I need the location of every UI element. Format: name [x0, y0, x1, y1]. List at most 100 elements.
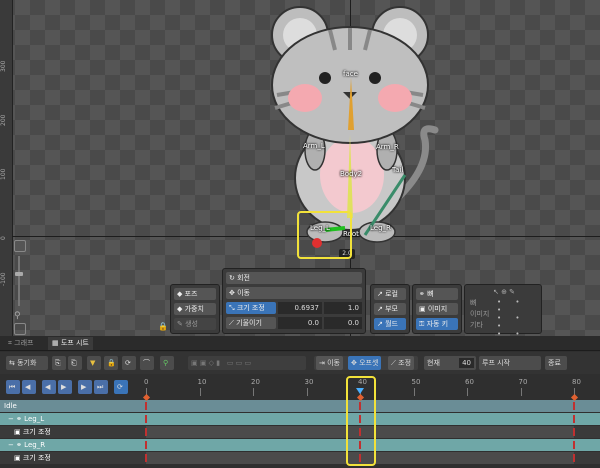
filter-icon[interactable]: ▼ — [87, 356, 101, 370]
sync-button[interactable]: ⇆ 동기화 — [6, 356, 48, 370]
rotate-button[interactable]: ↻ 회전 — [226, 272, 362, 284]
frame-tick — [306, 388, 308, 396]
timeline-row[interactable]: − ⚭ Leg_L — [0, 413, 600, 425]
local-button[interactable]: ↗ 로컬 — [374, 288, 406, 300]
keyframe[interactable] — [573, 441, 575, 449]
ruler-tick: 300 — [0, 60, 7, 72]
curve-icon[interactable]: ⌒ — [140, 356, 154, 370]
axes-panel: ↗ 로컬 ↗ 부모 ↗ 월드 — [370, 284, 410, 334]
display-bones-label: 뼈 — [470, 299, 477, 307]
paste-icon[interactable]: ⎗ — [68, 356, 82, 370]
pose-panel: ◆ 포즈 ◆ 가중치 ✎ 생성 — [170, 284, 220, 334]
bone-label-arm-l[interactable]: Arm_L — [303, 142, 325, 150]
fit-icon[interactable] — [14, 240, 26, 252]
auto-key-toggle[interactable]: ⚿ 자동 키 — [416, 318, 458, 330]
parent-button[interactable]: ↗ 부모 — [374, 303, 406, 315]
frame-label: 30 — [304, 378, 314, 386]
shear-x-field[interactable]: 0.0 — [278, 317, 322, 329]
images-toggle[interactable]: ▣ 이미지 — [416, 303, 458, 315]
display-icons: ↖ ⊕ ✎ — [493, 288, 516, 296]
keyframe[interactable] — [573, 415, 575, 423]
next-frame-button[interactable]: ▶ — [78, 380, 92, 394]
lock-keys-icon[interactable]: 🔒 — [104, 356, 118, 370]
bone-label-face[interactable]: face — [343, 70, 358, 78]
vertical-ruler: 300 200 100 0 -100 — [0, 0, 13, 336]
ruler-tick: 200 — [0, 114, 7, 126]
bone-label-leg-r[interactable]: Leg_R — [370, 224, 391, 232]
play-reverse-button[interactable]: ◀ — [42, 380, 56, 394]
playback-controls: ⏮ ◀ ◀ ▶ ▶ ⏭ ⟳ — [6, 380, 130, 394]
keyframe[interactable] — [573, 402, 575, 410]
zoom-slider[interactable] — [18, 256, 20, 306]
ghost-icon[interactable]: ⚲ — [160, 356, 174, 370]
timeline-row[interactable]: − ⚭ Leg_R — [0, 439, 600, 451]
last-frame-button[interactable]: ⏭ — [94, 380, 108, 394]
scale-x-field[interactable]: 0.6937 — [278, 302, 322, 314]
current-label: 현재 — [427, 359, 440, 367]
key-mode-group: ⇥ 이동 ✥ 오프셋 ⟋ 조정 — [314, 356, 418, 370]
timeline-row[interactable]: ▣ 크기 조정 — [0, 426, 600, 438]
translate-button[interactable]: ✥ 이동 — [226, 287, 362, 299]
display-other-label: 기타 — [470, 321, 483, 329]
loop-toggle[interactable]: ⟳ — [114, 380, 128, 394]
keyframe[interactable] — [145, 402, 147, 410]
bones-toggle[interactable]: ⚭ 뼈 — [416, 288, 458, 300]
create-button[interactable]: ✎ 생성 — [174, 318, 216, 330]
keyframe[interactable] — [145, 441, 147, 449]
keyframe[interactable] — [145, 454, 147, 462]
first-frame-button[interactable]: ⏮ — [6, 380, 20, 394]
frame-label: 50 — [411, 378, 421, 386]
keyframe[interactable] — [145, 428, 147, 436]
adjust-mode-button[interactable]: ⟋ 조정 — [388, 356, 415, 370]
bone-label-tail[interactable]: Tail — [392, 166, 403, 174]
copy-icon[interactable]: ⎘ — [52, 356, 66, 370]
timeline-row[interactable]: Idle — [0, 400, 600, 412]
magnifier-icon[interactable]: ⚲ — [14, 311, 21, 321]
frame-label: 70 — [518, 378, 528, 386]
dopesheet-rows: Idle − ⚭ Leg_L ▣ 크기 조정 − ⚭ Leg_R ▣ 크기 조정 — [0, 398, 600, 468]
tab-dopesheet[interactable]: ▦ 도프 시트 — [48, 337, 93, 350]
frame-icon[interactable] — [14, 323, 26, 335]
world-button[interactable]: ↗ 월드 — [374, 318, 406, 330]
highlight-leg-selection — [297, 211, 352, 259]
frame-tick — [253, 388, 254, 396]
prev-frame-button[interactable]: ◀ — [22, 380, 36, 394]
scale-y-field[interactable]: 1.0 — [324, 302, 362, 314]
current-frame-control: 현재 40 — [424, 356, 476, 370]
row-label: − ⚭ Leg_L — [8, 415, 45, 423]
lock-icon[interactable]: 🔒 — [158, 322, 168, 331]
current-frame-field[interactable]: 40 — [459, 358, 474, 368]
offset-mode-button[interactable]: ✥ 오프셋 — [348, 356, 382, 370]
shear-button[interactable]: ⟋ 기울이기 — [226, 317, 276, 329]
zoom-slider-handle[interactable] — [15, 272, 23, 276]
frame-label: 0 — [144, 378, 149, 386]
row-label: ▣ 크기 조정 — [14, 454, 51, 462]
display-images-label: 이미지 — [470, 310, 490, 318]
loop-icon[interactable]: ⟳ — [122, 356, 136, 370]
ruler-tick: 0 — [0, 236, 7, 240]
frame-label: 80 — [572, 378, 581, 386]
scale-button[interactable]: ⤡ 크기 조정 — [226, 302, 276, 314]
keyframe[interactable] — [145, 415, 147, 423]
frame-label: 60 — [465, 378, 474, 386]
end-button[interactable]: 종료 — [545, 356, 567, 370]
shear-y-field[interactable]: 0.0 — [324, 317, 362, 329]
tab-graph[interactable]: ⌗ 그래프 — [4, 337, 38, 350]
keyframe[interactable] — [573, 428, 575, 436]
play-button[interactable]: ▶ — [58, 380, 72, 394]
frame-tick — [413, 388, 415, 396]
bone-label-body[interactable]: Body2 — [340, 170, 362, 178]
loop-start-button[interactable]: 루프 시작 — [479, 356, 541, 370]
timeline-row[interactable]: ▣ 크기 조정 — [0, 452, 600, 464]
ruler-tick: -100 — [0, 272, 7, 286]
frame-tick — [467, 388, 468, 396]
frame-tick — [520, 388, 522, 396]
weights-button[interactable]: ◆ 가중치 — [174, 303, 216, 315]
pose-button[interactable]: ◆ 포즈 — [174, 288, 216, 300]
dopesheet-toolbar: ⇆ 동기화 ⎘ ⎗ ▼ 🔒 ⟳ ⌒ ⚲ ▣ ▣ ◇ ▮ ▭ ▭ ▭ ⇥ 이동 ✥… — [0, 352, 600, 374]
frame-label: 10 — [197, 378, 207, 386]
bone-label-arm-r[interactable]: Arm_R — [376, 143, 399, 151]
keyframe[interactable] — [573, 454, 575, 462]
move-mode-button[interactable]: ⇥ 이동 — [316, 356, 343, 370]
transform-panel: ↻ 회전 ✥ 이동 ⤡ 크기 조정 0.6937 1.0 ⟋ 기울이기 0.0 … — [222, 268, 366, 334]
